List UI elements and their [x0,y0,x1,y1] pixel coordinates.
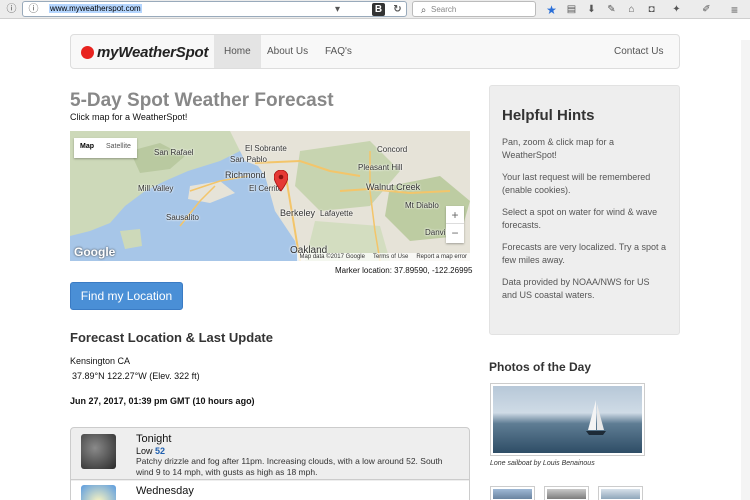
temp-value: 52 [155,446,166,456]
map-label: Sausalito [166,213,199,222]
sailboat-icon [586,400,606,435]
temp-label: Low [136,446,153,456]
google-logo: Google [74,245,116,259]
search-icon: ⌕ [420,4,427,16]
zoom-in-button[interactable]: + [446,206,464,224]
period-desc: Patchy drizzle and fog after 11pm. Incre… [136,456,443,477]
hint-item: Forecasts are very localized. Try a spot… [502,242,667,265]
forecast-coords: 37.89°N 122.27°W (Elev. 322 ft) [72,371,200,381]
bookmark-extension-icon[interactable]: B [372,3,385,16]
download-icon[interactable]: ⬇ [585,3,598,16]
info-icon[interactable]: ⓘ [5,3,18,16]
photo-thumbnail[interactable] [598,486,643,500]
eyedropper-icon[interactable]: ✐ [700,3,713,16]
address-bar[interactable]: ⓘ www.myweatherspot.com ▾ B ↻ [22,1,407,17]
browser-toolbar: ⓘ ⓘ www.myweatherspot.com ▾ B ↻ ⌕ Search… [0,0,750,19]
logo-text: myWeatherSpot [97,44,209,61]
site-navbar: myWeatherSpot Home About Us FAQ's Contac… [70,34,680,69]
map-label: Mill Valley [138,184,174,193]
site-logo[interactable]: myWeatherSpot [81,44,209,61]
report-error-link[interactable]: Report a map error [416,254,467,260]
map-marker-icon[interactable] [274,170,288,192]
map-type-control: Map Satellite [74,138,137,158]
terms-link[interactable]: Terms of Use [373,254,408,260]
marker-location: Marker location: 37.89590, -122.26995 [335,266,473,275]
map-label: Walnut Creek [366,182,421,192]
forecast-row: Tonight Low 52 Patchy drizzle and fog af… [71,428,469,480]
forecast-table: Tonight Low 52 Patchy drizzle and fog af… [70,427,470,500]
dropdown-icon[interactable]: ▾ [331,3,344,16]
map-attribution: Map data ©2017 Google Terms of Use Repor… [296,253,470,261]
forecast-row: Wednesday [71,481,469,500]
forecast-heading: Forecast Location & Last Update [70,330,273,345]
map-label: Pleasant Hill [358,163,403,172]
photo-caption: Lone sailboat by Louis Benainous [490,460,595,467]
nav-home[interactable]: Home [214,35,261,68]
period-name: Tonight [136,433,172,445]
helpful-hints-panel: Helpful Hints Pan, zoom & click map for … [489,85,680,335]
photo-thumbnail[interactable] [490,486,535,500]
map-label: Lafayette [320,209,353,218]
nav-contact[interactable]: Contact Us [604,35,673,68]
page-subtitle: Click map for a WeatherSpot! [70,112,188,122]
reading-list-icon[interactable]: ▤ [565,3,578,16]
logo-dot-icon [81,46,94,59]
url-text: www.myweatherspot.com [49,4,142,13]
zoom-out-button[interactable]: − [446,224,464,242]
map-type-satellite-button[interactable]: Satellite [100,138,137,158]
hint-item: Data provided by NOAA/NWS for US and US … [502,277,650,300]
map-label: San Rafael [154,148,194,157]
nav-about[interactable]: About Us [257,35,318,68]
wrench-icon[interactable]: ✎ [605,3,618,16]
map-type-map-button[interactable]: Map [74,138,100,158]
page-scrollbar[interactable] [741,40,750,500]
map-label: Concord [377,145,408,154]
map-label: El Sobrante [245,144,287,153]
page-content: myWeatherSpot Home About Us FAQ's Contac… [0,20,750,500]
forecast-updated: Jun 27, 2017, 01:39 pm GMT (10 hours ago… [70,396,255,406]
search-placeholder: Search [431,5,457,14]
photos-title: Photos of the Day [489,360,592,374]
map-label: Richmond [225,170,266,180]
find-location-button[interactable]: Find my Location [70,282,183,310]
map-zoom-control: + − [446,206,464,243]
site-identity-icon[interactable]: ⓘ [27,3,40,16]
map-label: Mt Diablo [405,201,439,210]
photo-thumbnail[interactable] [544,486,589,500]
period-temp: Low 52 [136,446,165,456]
hint-item: Pan, zoom & click map for a WeatherSpot! [502,137,615,160]
menu-icon[interactable]: ≡ [728,3,741,16]
hints-title: Helpful Hints [502,107,595,124]
hint-item: Select a spot on water for wind & wave f… [502,207,658,230]
map-label: Berkeley [280,208,316,218]
reload-icon[interactable]: ↻ [391,3,404,16]
home-icon[interactable]: ⌂ [625,3,638,16]
forecast-location: Kensington CA [70,356,131,366]
search-box[interactable]: ⌕ Search [412,1,536,17]
map[interactable]: Map Satellite San Rafael El Sobrante San… [70,131,470,261]
pocket-icon[interactable]: ◘ [645,3,658,16]
map-data-text: Map data ©2017 Google [299,254,365,260]
bookmark-star-icon[interactable]: ★ [545,3,558,16]
period-name: Wednesday [136,485,194,497]
photo-of-the-day[interactable] [490,383,645,456]
page-title: 5-Day Spot Weather Forecast [70,90,334,111]
map-label: San Pablo [230,155,267,164]
hint-item: Your last request will be remembered (en… [502,172,651,195]
extension-icon[interactable]: ✦ [670,3,683,16]
sailboat-photo [493,386,642,453]
nav-faq[interactable]: FAQ's [315,35,362,68]
night-fog-icon [81,434,116,469]
sunny-icon [81,485,116,500]
